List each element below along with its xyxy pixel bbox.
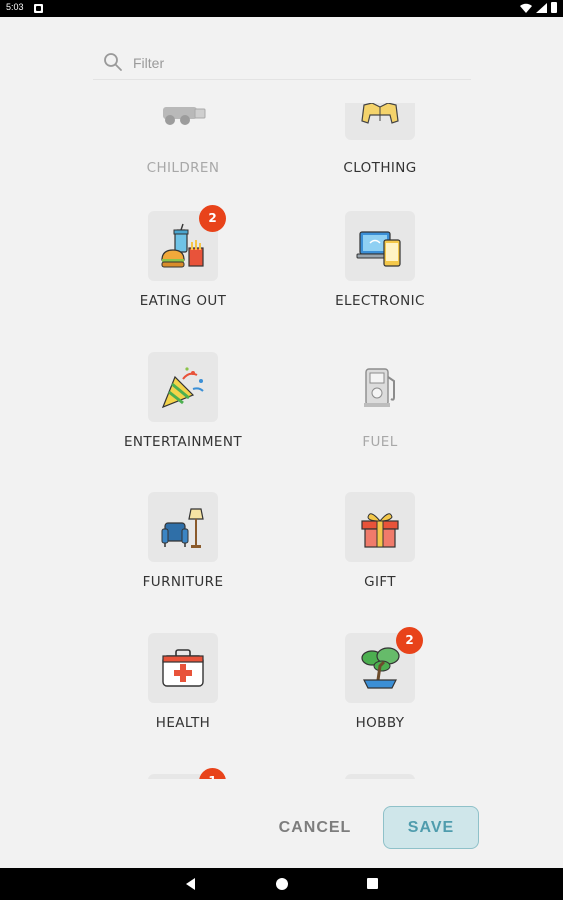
category-label: EATING OUT — [139, 293, 227, 309]
category-tile — [345, 492, 415, 562]
category-label: CLOTHING — [343, 160, 417, 176]
toy-car-icon — [163, 107, 206, 125]
category-label: CHILDREN — [146, 160, 220, 176]
category-tile — [148, 633, 218, 703]
category-tile — [345, 103, 415, 140]
category-label: HOBBY — [355, 715, 405, 731]
filter-bar — [93, 46, 471, 80]
count-badge: 2 — [199, 205, 226, 232]
category-item-gift[interactable]: GIFT — [280, 492, 480, 622]
category-tile — [148, 103, 218, 140]
battery-icon — [551, 2, 557, 13]
category-tile — [148, 352, 218, 422]
party-popper-icon — [161, 367, 204, 409]
home-icon[interactable] — [276, 878, 288, 890]
category-label: FURNITURE — [142, 574, 224, 590]
wifi-icon — [520, 3, 532, 13]
category-tile — [345, 774, 415, 779]
status-bar: 5:03 — [0, 0, 563, 17]
recent-apps-icon[interactable] — [367, 878, 378, 889]
first-aid-kit-icon — [162, 649, 204, 687]
bonsai-icon — [361, 647, 400, 689]
filter-input[interactable] — [133, 52, 453, 74]
gift-box-icon — [361, 513, 399, 548]
category-tile — [148, 492, 218, 562]
category-item-fuel[interactable]: FUEL — [280, 352, 480, 482]
category-tile — [345, 352, 415, 422]
category-label: FUEL — [362, 434, 398, 450]
cancel-button[interactable]: CANCEL — [270, 808, 360, 848]
count-badge: 2 — [396, 627, 423, 654]
devices-icon — [356, 231, 401, 267]
status-icons — [520, 2, 557, 13]
category-label: HEALTH — [155, 715, 211, 731]
back-icon[interactable] — [186, 878, 195, 890]
shirt-icon — [361, 103, 399, 124]
category-label: ELECTRONIC — [335, 293, 425, 309]
category-item-clothing[interactable]: CLOTHING — [280, 103, 480, 200]
category-item-hobby[interactable]: 2 HOBBY — [280, 627, 480, 763]
search-icon — [104, 53, 122, 71]
save-button[interactable]: SAVE — [383, 806, 479, 849]
navigation-bar — [0, 868, 563, 900]
category-label: GIFT — [364, 574, 396, 590]
notification-icon — [34, 4, 43, 13]
category-item-partial[interactable] — [280, 774, 480, 779]
category-item-children[interactable]: CHILDREN — [83, 103, 283, 200]
category-item-electronic[interactable]: ELECTRONIC — [280, 211, 480, 341]
category-grid: CHILDREN CLOTHING 2 EATING OUT ELECTRONI… — [0, 103, 563, 779]
category-label: ENTERTAINMENT — [123, 434, 243, 450]
category-tile — [345, 211, 415, 281]
count-badge: 1 — [199, 768, 226, 779]
signal-icon — [536, 2, 547, 13]
category-picker-screen: 5:03 CHILDREN — [0, 0, 563, 900]
fast-food-icon — [161, 223, 204, 268]
category-item-partial[interactable]: 1 — [83, 768, 283, 779]
category-item-entertainment[interactable]: ENTERTAINMENT — [83, 352, 283, 482]
armchair-lamp-icon — [161, 508, 204, 548]
category-item-furniture[interactable]: FURNITURE — [83, 492, 283, 622]
category-item-eating-out[interactable]: 2 EATING OUT — [83, 205, 283, 341]
category-item-health[interactable]: HEALTH — [83, 633, 283, 763]
status-time: 5:03 — [6, 2, 24, 12]
gas-pump-icon — [364, 368, 395, 407]
